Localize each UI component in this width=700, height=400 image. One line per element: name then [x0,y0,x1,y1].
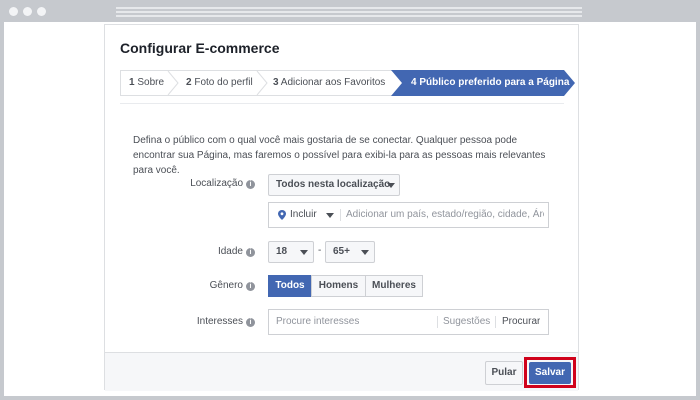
age-min-dropdown[interactable]: 18 [268,241,314,263]
address-bar-line [116,7,582,9]
chevron-down-icon [326,213,334,218]
age-label: Idade i [145,246,255,257]
step-add-favorites[interactable]: 3 Adicionar aos Favoritos [273,71,385,95]
step-label: Foto do perfil [194,77,253,88]
location-label-text: Localização [190,178,243,189]
step-label: Adicionar aos Favoritos [280,77,386,88]
dialog-footer: Pular Salvar [105,352,578,391]
interests-label-text: Interesses [196,316,243,327]
chevron-down-icon [387,183,395,188]
step-label: Sobre [137,77,165,88]
gender-label: Gênero i [145,280,255,291]
location-search-input[interactable]: Adicionar um país, estado/região, cidade… [346,203,544,227]
window-close-dot[interactable] [9,7,18,16]
dialog-title: Configurar E-commerce [120,40,280,56]
step-number: 3 [273,77,279,88]
location-field: Incluir Adicionar um país, estado/região… [268,202,549,228]
age-range-separator: - [318,245,322,256]
step-chevron-icon [167,71,179,95]
location-scope-dropdown[interactable]: Todos nesta localização [268,174,400,196]
gender-option-women[interactable]: Mulheres [365,275,423,297]
field-separator [340,209,341,221]
info-icon[interactable]: i [246,248,255,257]
info-icon[interactable]: i [246,282,255,291]
save-button[interactable]: Salvar [529,362,571,384]
skip-button[interactable]: Pular [485,361,523,385]
age-label-text: Idade [217,246,243,257]
include-dropdown[interactable]: Incluir [290,203,317,227]
ecommerce-setup-dialog: Configurar E-commerce 1 Sobre 2 Foto do … [104,24,579,391]
chevron-down-icon [300,250,308,255]
browser-bottom-edge [0,396,700,400]
address-bar-line [116,11,582,13]
address-bar-line [116,15,582,17]
field-separator [495,316,496,328]
info-icon[interactable]: i [246,318,255,327]
info-icon[interactable]: i [246,180,255,189]
setup-steps: 1 Sobre 2 Foto do perfil 3 Adicionar aos… [120,70,575,96]
step-label: 4 Público preferido para a Página [411,70,569,96]
step-number: 4 [411,77,417,88]
window-minimize-dot[interactable] [23,7,32,16]
gender-label-text: Gênero [209,280,243,291]
location-pin-icon [278,210,286,220]
audience-description: Defina o público com o qual você mais go… [133,135,546,176]
interests-field: Procure interesses Sugestões Procurar [268,309,549,335]
age-max-dropdown[interactable]: 65+ [325,241,375,263]
step-number: 1 [129,77,135,88]
interests-search-input[interactable]: Procure interesses [276,310,426,334]
location-scope-value: Todos nesta localização [276,179,391,190]
step-number: 2 [186,77,192,88]
age-min-value: 18 [276,246,288,257]
field-separator [437,316,438,328]
browse-link[interactable]: Procurar [502,310,540,334]
suggestions-link[interactable]: Sugestões [443,310,490,334]
browser-toolbar [0,0,700,22]
gender-option-men[interactable]: Homens [311,275,366,297]
location-label: Localização i [145,178,255,189]
divider [120,103,564,104]
step-preferred-audience[interactable]: 4 Público preferido para a Página [391,70,576,96]
step-label-text: Público preferido para a Página [419,77,570,88]
chevron-down-icon [361,250,369,255]
age-max-value: 65+ [333,246,350,257]
window-maximize-dot[interactable] [37,7,46,16]
gender-option-all[interactable]: Todos [268,275,312,297]
step-profile-photo[interactable]: 2 Foto do perfil [186,71,253,95]
step-about[interactable]: 1 Sobre [129,71,164,95]
interests-label: Interesses i [145,316,255,327]
step-chevron-icon [256,71,268,95]
